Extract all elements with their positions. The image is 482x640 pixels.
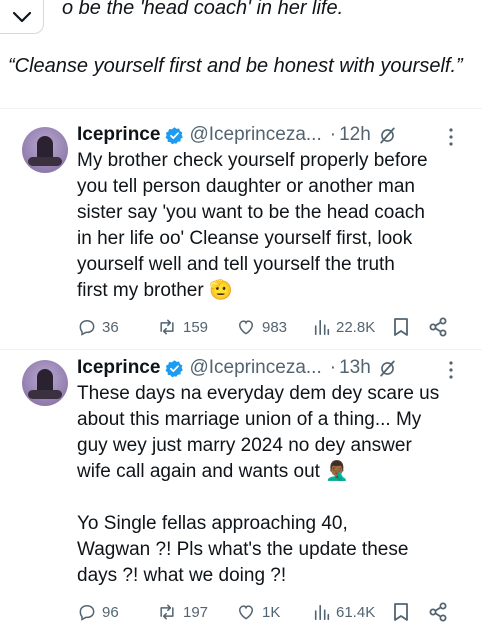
avatar[interactable] bbox=[22, 127, 68, 173]
verified-badge-icon bbox=[165, 126, 184, 144]
display-name[interactable]: Iceprince bbox=[77, 124, 160, 146]
reply-icon bbox=[79, 604, 95, 621]
bookmark-icon bbox=[394, 603, 408, 621]
timestamp[interactable]: 12h bbox=[339, 124, 371, 146]
repost-button[interactable]: 197 bbox=[156, 601, 208, 623]
tweet-header: Iceprince @Iceprinceza... · 13h bbox=[77, 356, 397, 380]
user-handle[interactable]: @Iceprinceza... bbox=[189, 124, 321, 146]
share-icon bbox=[429, 602, 447, 622]
separator-dot: · bbox=[329, 357, 337, 378]
repost-count: 197 bbox=[183, 603, 209, 621]
reply-icon bbox=[79, 319, 95, 336]
share-button[interactable] bbox=[428, 601, 448, 623]
collapse-button[interactable] bbox=[0, 0, 44, 34]
grok-icon[interactable] bbox=[378, 126, 397, 145]
more-icon[interactable] bbox=[444, 127, 458, 147]
avatar[interactable] bbox=[22, 360, 68, 406]
user-handle[interactable]: @Iceprinceza... bbox=[189, 357, 321, 379]
tweet-card[interactable]: Iceprince @Iceprinceza... · 12h My broth… bbox=[0, 109, 482, 349]
like-count: 1K bbox=[262, 603, 281, 621]
bookmark-button[interactable] bbox=[392, 601, 410, 623]
share-button[interactable] bbox=[428, 316, 448, 338]
share-icon bbox=[429, 317, 447, 337]
quote-text-line: “Cleanse yourself first and be honest wi… bbox=[8, 55, 463, 77]
repost-icon bbox=[160, 604, 174, 620]
views-button[interactable]: 22.8K bbox=[313, 316, 375, 338]
grok-icon[interactable] bbox=[378, 359, 397, 378]
bookmark-button[interactable] bbox=[392, 316, 410, 338]
reply-count: 96 bbox=[102, 603, 119, 621]
display-name[interactable]: Iceprince bbox=[77, 357, 160, 379]
quoted-tweet-fragment[interactable]: o be the 'head coach' in her life. “Clea… bbox=[0, 0, 482, 108]
repost-count: 159 bbox=[183, 318, 209, 336]
like-icon bbox=[238, 320, 254, 335]
like-button[interactable]: 1K bbox=[235, 601, 280, 623]
reply-count: 36 bbox=[102, 318, 119, 336]
verified-badge-icon bbox=[165, 359, 184, 377]
timestamp[interactable]: 13h bbox=[339, 357, 371, 379]
action-bar: 96 197 1K 61.4K bbox=[77, 601, 457, 623]
tweet-card[interactable]: Iceprince @Iceprinceza... · 13h These da… bbox=[0, 350, 482, 640]
chevron-down-icon bbox=[12, 11, 31, 22]
repost-button[interactable]: 159 bbox=[156, 316, 208, 338]
views-icon bbox=[314, 319, 330, 336]
like-count: 983 bbox=[262, 318, 288, 336]
separator-dot: · bbox=[329, 124, 337, 145]
views-button[interactable]: 61.4K bbox=[313, 601, 375, 623]
like-icon bbox=[238, 605, 254, 620]
bookmark-icon bbox=[394, 318, 408, 336]
reply-button[interactable]: 36 bbox=[77, 316, 119, 338]
quote-text-line: o be the 'head coach' in her life. bbox=[62, 0, 344, 19]
view-count: 61.4K bbox=[336, 603, 376, 621]
reply-button[interactable]: 96 bbox=[77, 601, 119, 623]
repost-icon bbox=[160, 319, 174, 335]
tweet-text: My brother check yourself properly befor… bbox=[77, 150, 428, 301]
action-bar: 36 159 983 22.8K bbox=[77, 316, 457, 338]
views-icon bbox=[314, 604, 330, 621]
tweet-header: Iceprince @Iceprinceza... · 12h bbox=[77, 123, 397, 147]
like-button[interactable]: 983 bbox=[235, 316, 287, 338]
view-count: 22.8K bbox=[336, 318, 376, 336]
tweet-text: These days na everyday dem dey scare us … bbox=[77, 383, 440, 586]
more-icon[interactable] bbox=[444, 360, 458, 380]
